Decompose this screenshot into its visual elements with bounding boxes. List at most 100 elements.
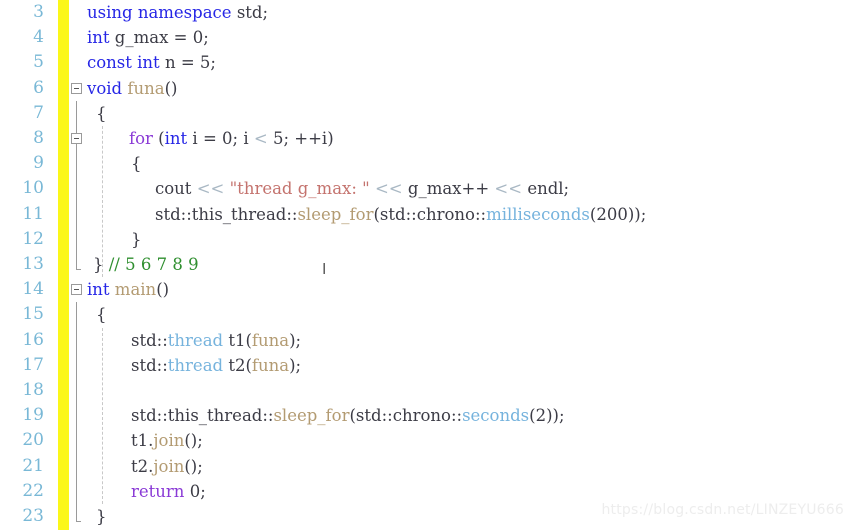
code-line[interactable]: } // 5 6 7 8 9 [69, 252, 199, 277]
code-token: int [164, 129, 188, 148]
code-token: } [93, 255, 104, 274]
code-token: (); [184, 456, 203, 476]
watermark-url: https://blog.csdn.net/LINZEYU666 [601, 502, 844, 518]
code-token: int [87, 280, 110, 300]
code-token: std:: [131, 330, 168, 350]
line-number[interactable]: 3 [0, 0, 44, 25]
code-token: t1 [131, 431, 149, 451]
code-token: join [153, 456, 185, 476]
code-line[interactable]: } [69, 504, 107, 529]
code-token: funa [127, 78, 165, 98]
line-number-gutter[interactable]: 3 4 5 6 7 8 9 10 11 12 13 14 15 16 17 18 19 20 21 22 23 [0, 0, 58, 530]
code-token: n [164, 53, 176, 73]
line-number[interactable]: 16 [0, 328, 44, 353]
code-token: sleep_for [273, 406, 350, 426]
code-token: )); [546, 406, 565, 426]
line-number[interactable]: 14 [0, 277, 44, 302]
code-token: ; [232, 129, 244, 148]
code-token: { [96, 305, 107, 325]
code-token: << [374, 179, 403, 199]
code-token: ; ++ [283, 129, 322, 148]
line-number[interactable]: 19 [0, 403, 44, 428]
code-line[interactable]: t1.join(); [69, 428, 203, 453]
code-line[interactable]: std::thread t2(funa); [69, 353, 301, 378]
code-token: // 5 6 7 8 9 [108, 255, 199, 274]
code-line[interactable]: std::thread t1(funa); [69, 328, 301, 353]
code-line[interactable]: { [69, 151, 142, 176]
code-line[interactable]: { [69, 302, 107, 327]
code-token: std [236, 3, 263, 22]
code-token: 5 [199, 53, 211, 73]
line-number[interactable]: 20 [0, 428, 44, 453]
code-line[interactable]: } [69, 227, 142, 252]
code-token: t2 [228, 355, 246, 375]
code-token: std::this_thread:: [131, 406, 274, 426]
line-number[interactable]: 5 [0, 50, 44, 75]
line-number[interactable]: 15 [0, 302, 44, 327]
line-number[interactable]: 23 [0, 504, 44, 529]
code-token: 0 [192, 28, 204, 48]
change-indicator-bar [58, 0, 69, 530]
code-token: "thread g_max: " [229, 179, 370, 199]
code-token: ( [152, 129, 165, 148]
line-number[interactable]: 21 [0, 454, 44, 479]
code-token: } [131, 229, 142, 249]
code-line[interactable]: t2.join(); [69, 454, 203, 479]
code-line[interactable]: using namespace std; [69, 0, 268, 25]
line-number[interactable]: 6 [0, 76, 44, 101]
code-editor[interactable]: 3 4 5 6 7 8 9 10 11 12 13 14 15 16 17 18 19 20 21 22 23 usin… [0, 0, 852, 530]
code-line[interactable]: return 0; [69, 479, 206, 504]
line-number[interactable]: 9 [0, 151, 44, 176]
code-token: ; [200, 481, 206, 501]
code-token: << [196, 179, 225, 199]
code-token: thread [167, 355, 224, 375]
code-token: g_max++ [407, 179, 490, 199]
code-token: 2 [535, 406, 547, 426]
code-token: = [175, 53, 200, 73]
code-token: std:: [131, 355, 168, 375]
code-token: ; [563, 179, 570, 199]
code-token: = [168, 28, 193, 48]
code-line[interactable]: std::this_thread::sleep_for(std::chrono:… [69, 202, 646, 227]
line-number[interactable]: 18 [0, 378, 44, 403]
code-token: int [87, 28, 110, 48]
code-token: () [164, 78, 178, 98]
line-number[interactable]: 8 [0, 126, 44, 151]
code-line[interactable]: for (int i = 0; i < 5; ++i) [69, 126, 334, 151]
line-number[interactable]: 12 [0, 227, 44, 252]
code-token: { [96, 103, 107, 123]
code-token: main [114, 280, 157, 300]
code-token: thread [167, 330, 224, 350]
code-line[interactable]: std::this_thread::sleep_for(std::chrono:… [69, 403, 565, 428]
code-surface[interactable]: using namespace std; int g_max = 0; const … [69, 0, 852, 530]
line-number[interactable]: 7 [0, 101, 44, 126]
code-token: ); [289, 330, 302, 350]
code-token: funa [251, 355, 290, 375]
line-number[interactable]: 10 [0, 176, 44, 201]
code-token: ) [327, 129, 334, 148]
code-line[interactable]: cout << "thread g_max: " << g_max++ << e… [69, 176, 569, 201]
code-token: ); [289, 355, 302, 375]
code-token: namespace [137, 3, 232, 22]
line-number[interactable]: 17 [0, 353, 44, 378]
line-number[interactable]: 11 [0, 202, 44, 227]
code-line[interactable]: { [69, 101, 107, 126]
line-number[interactable]: 4 [0, 25, 44, 50]
code-token: seconds [462, 406, 530, 426]
code-token: std::this_thread:: [155, 204, 298, 224]
code-token: 0 [222, 129, 233, 148]
code-token: std::chrono:: [379, 204, 487, 224]
code-token: join [153, 431, 185, 451]
code-token: () [156, 280, 170, 300]
code-line[interactable]: void funa() [69, 76, 177, 101]
code-line[interactable]: int main() [69, 277, 169, 302]
code-token: )); [627, 204, 647, 224]
line-number[interactable]: 22 [0, 479, 44, 504]
line-number[interactable]: 13 [0, 252, 44, 277]
code-token: t1 [228, 330, 246, 350]
code-token: 200 [596, 204, 628, 224]
code-line[interactable]: const int n = 5; [69, 50, 216, 75]
code-line[interactable]: int g_max = 0; [69, 25, 209, 50]
code-line[interactable] [69, 378, 131, 403]
code-token: 5 [272, 129, 284, 148]
